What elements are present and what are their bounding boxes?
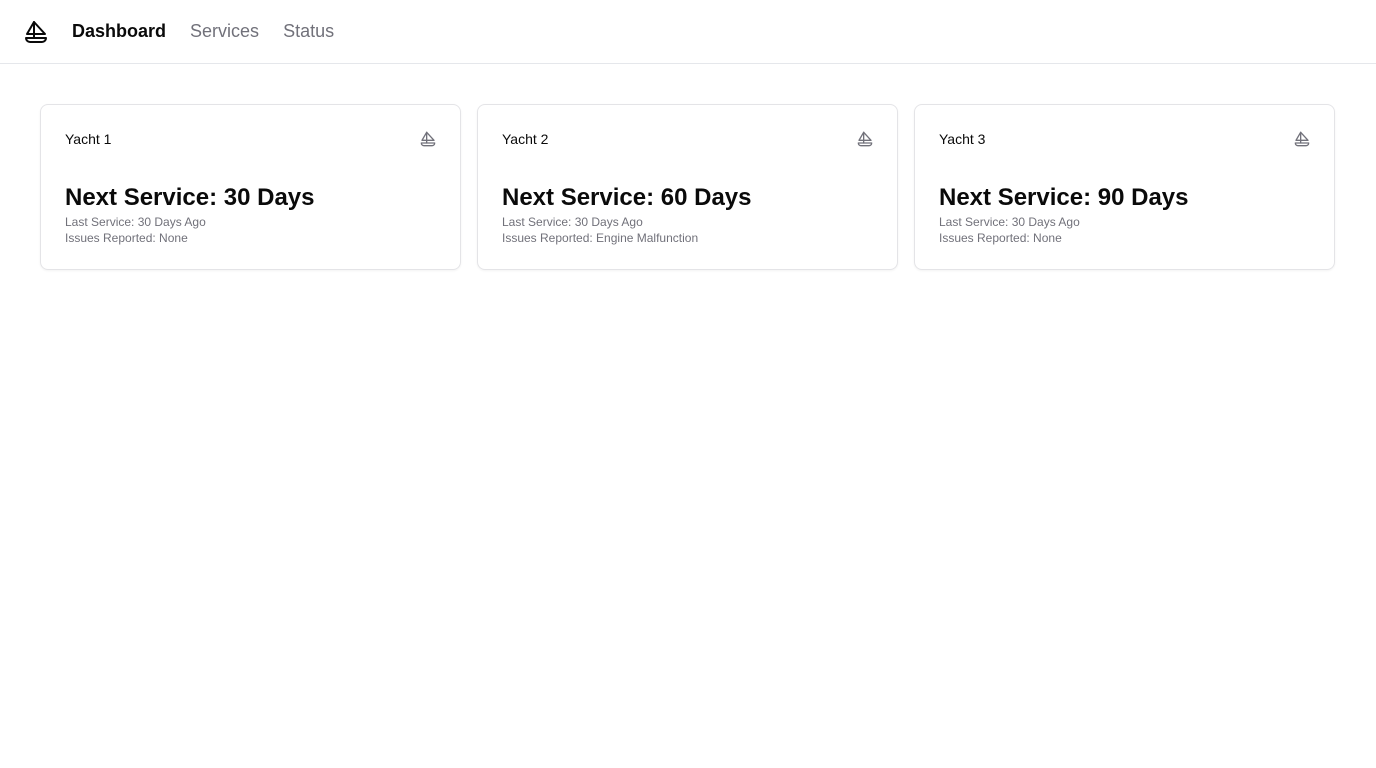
nav-status[interactable]: Status xyxy=(283,21,334,42)
card-title: Yacht 2 xyxy=(502,131,549,147)
card-header: Yacht 3 xyxy=(939,129,1310,149)
issues-reported: Issues Reported: None xyxy=(65,231,188,245)
card-header: Yacht 1 xyxy=(65,129,436,149)
sailboat-icon xyxy=(857,131,873,147)
sailboat-icon[interactable] xyxy=(24,20,48,44)
nav-services[interactable]: Services xyxy=(190,21,259,42)
last-service: Last Service: 30 Days Ago xyxy=(65,215,206,229)
card-header: Yacht 2 xyxy=(502,129,873,149)
last-service: Last Service: 30 Days Ago xyxy=(502,215,643,229)
issues-reported: Issues Reported: Engine Malfunction xyxy=(502,231,699,245)
next-service: Next Service: 60 Days xyxy=(502,184,752,211)
top-navbar: Dashboard Services Status xyxy=(0,0,1376,64)
yacht-card: Yacht 1 Next Service: 30 Days Last Servi… xyxy=(40,104,461,270)
main-nav: Dashboard Services Status xyxy=(72,21,334,42)
card-title: Yacht 3 xyxy=(939,131,986,147)
last-service: Last Service: 30 Days Ago xyxy=(939,215,1080,229)
nav-dashboard[interactable]: Dashboard xyxy=(72,21,166,42)
next-service: Next Service: 30 Days xyxy=(65,184,315,211)
next-service: Next Service: 90 Days xyxy=(939,184,1189,211)
yacht-card: Yacht 2 Next Service: 60 Days Last Servi… xyxy=(477,104,898,270)
sailboat-icon xyxy=(1294,131,1310,147)
sailboat-icon xyxy=(420,131,436,147)
issues-reported: Issues Reported: None xyxy=(939,231,1062,245)
yacht-cards: Yacht 1 Next Service: 30 Days Last Servi… xyxy=(0,64,1376,270)
yacht-card: Yacht 3 Next Service: 90 Days Last Servi… xyxy=(914,104,1335,270)
card-title: Yacht 1 xyxy=(65,131,112,147)
